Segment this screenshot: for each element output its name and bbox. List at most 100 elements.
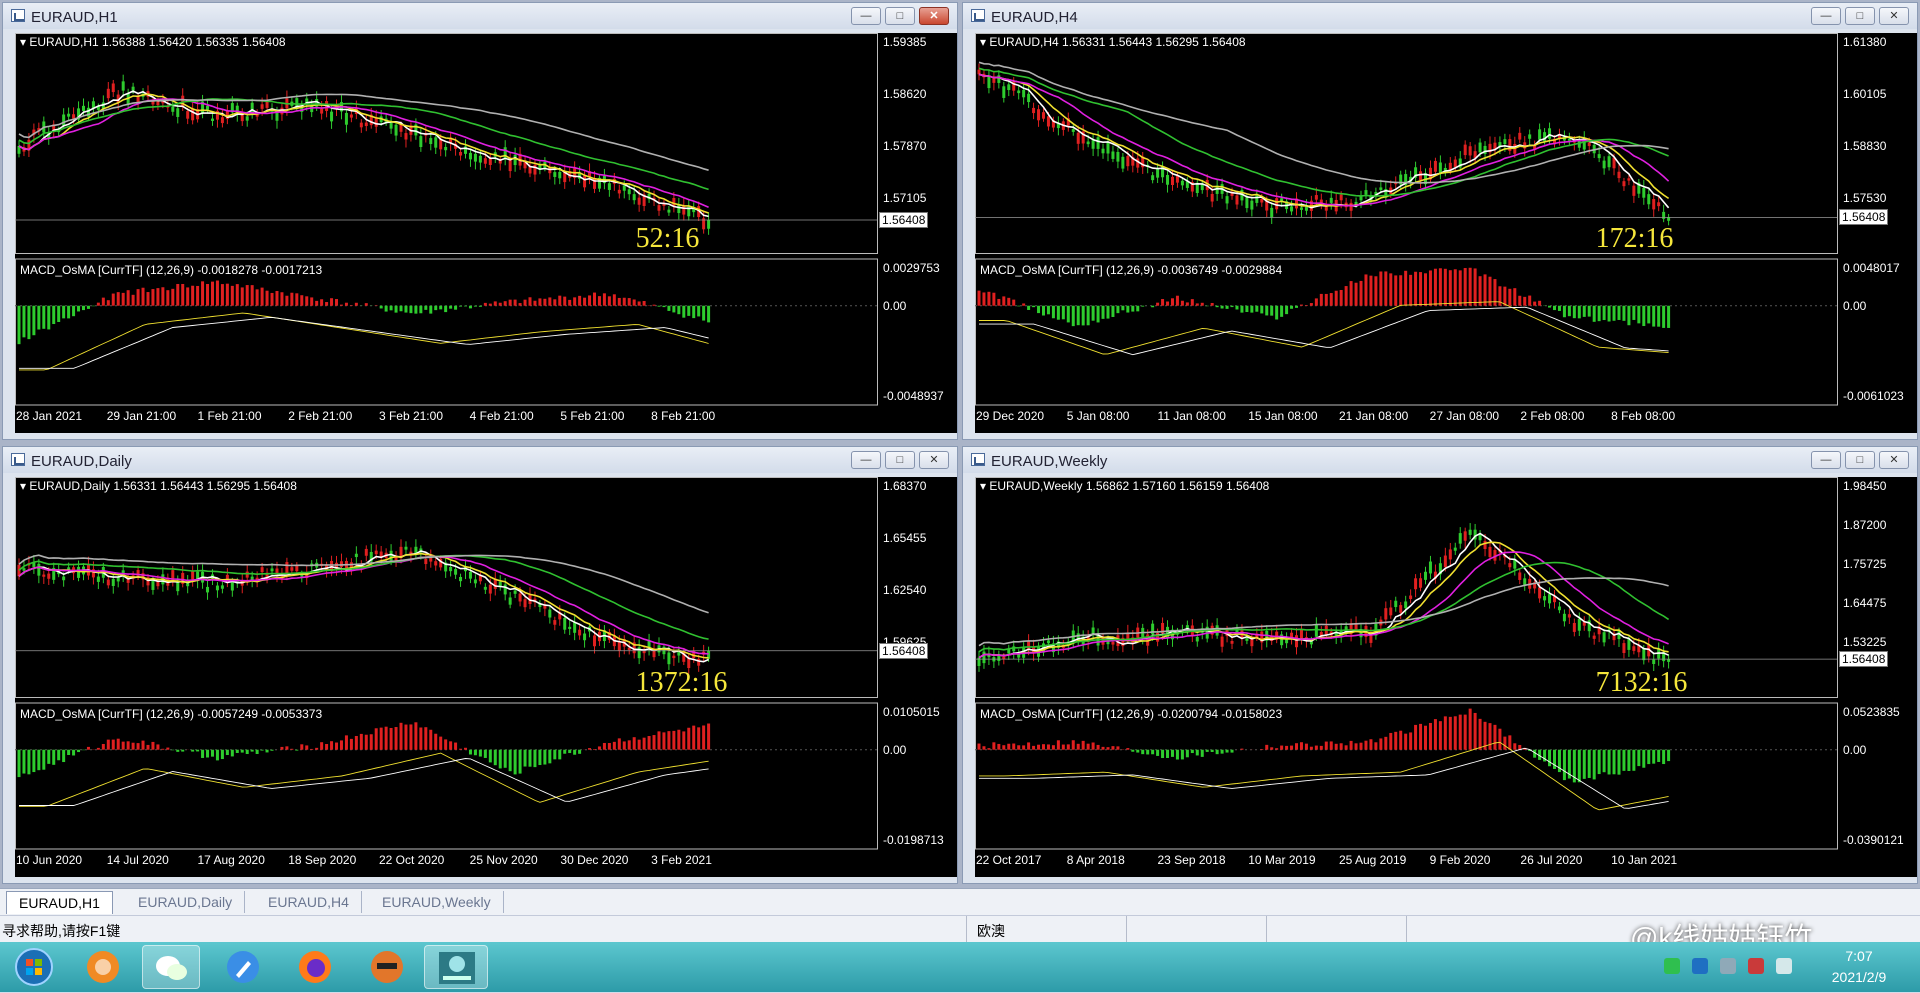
macd-histogram-bar <box>997 744 1000 750</box>
window-titlebar[interactable]: EURAUD,H4—□✕ <box>963 3 1917 29</box>
macd-histogram-bar <box>385 306 388 312</box>
maximize-button[interactable]: □ <box>1845 7 1875 25</box>
candle <box>290 567 293 571</box>
maximize-button[interactable]: □ <box>885 7 915 25</box>
window-titlebar[interactable]: EURAUD,H1—□✕ <box>3 3 957 29</box>
macd-histogram-bar <box>593 293 596 306</box>
minimize-button[interactable]: — <box>851 7 881 25</box>
moving-average-line <box>19 556 709 640</box>
close-button[interactable]: ✕ <box>919 451 949 469</box>
maximize-button[interactable]: □ <box>1845 451 1875 469</box>
price-tag: 1.56408 <box>879 212 928 228</box>
candle <box>558 172 561 178</box>
tray-signal-icon[interactable] <box>1776 958 1792 974</box>
candle <box>1558 606 1561 610</box>
macd-histogram-bar <box>424 727 427 750</box>
macd-histogram-bar <box>1399 731 1402 750</box>
close-button[interactable]: ✕ <box>1879 451 1909 469</box>
taskbar-app-ie[interactable] <box>74 945 132 989</box>
chart-area[interactable]: ▾ EURAUD,H1 1.56388 1.56420 1.56335 1.56… <box>15 33 957 433</box>
macd-histogram-bar <box>1350 281 1353 306</box>
chart-area[interactable]: ▾ EURAUD,Weekly 1.56862 1.57160 1.56159 … <box>975 477 1917 877</box>
clock-time[interactable]: 7:07 <box>1814 948 1904 964</box>
macd-histogram-bar <box>1032 746 1035 750</box>
close-button[interactable]: ✕ <box>919 7 949 25</box>
minimize-button[interactable]: — <box>851 451 881 469</box>
minimize-button[interactable]: — <box>1811 451 1841 469</box>
tray-wechat-icon[interactable] <box>1664 958 1680 974</box>
candle <box>1508 563 1511 567</box>
macd-histogram-bar <box>1037 745 1040 750</box>
macd-histogram-bar <box>1617 306 1620 320</box>
chart-area[interactable]: ▾ EURAUD,Daily 1.56331 1.56443 1.56295 1… <box>15 477 957 877</box>
close-button[interactable]: ✕ <box>1879 7 1909 25</box>
tray-network-icon[interactable] <box>1720 958 1736 974</box>
window-titlebar[interactable]: EURAUD,Daily—□✕ <box>3 447 957 473</box>
chart-tab-3[interactable]: EURAUD,H4 <box>256 891 362 913</box>
x-axis-tick: 3 Feb 2021 <box>651 853 712 867</box>
macd-signal-line <box>19 753 709 806</box>
window-titlebar[interactable]: EURAUD,Weekly—□✕ <box>963 447 1917 473</box>
candle <box>1245 197 1248 208</box>
minimize-button[interactable]: — <box>1811 7 1841 25</box>
candle <box>978 70 981 75</box>
chart-area[interactable]: ▾ EURAUD,H4 1.56331 1.56443 1.56295 1.56… <box>975 33 1917 433</box>
macd-histogram-bar <box>1216 306 1219 307</box>
macd-histogram-bar <box>1409 732 1412 749</box>
macd-histogram-bar <box>1360 743 1363 750</box>
macd-histogram-bar <box>1434 269 1437 306</box>
chart-tab-4[interactable]: EURAUD,Weekly <box>370 891 504 913</box>
macd-histogram-bar <box>1379 271 1382 305</box>
candle <box>568 627 571 629</box>
macd-histogram-bar <box>449 306 452 309</box>
candle <box>1226 196 1229 203</box>
macd-histogram-bar <box>702 725 705 749</box>
bar-countdown-timer: 1372:16 <box>636 667 728 699</box>
chart-window-4[interactable]: EURAUD,Weekly—□✕ ▾ EURAUD,Weekly 1.56862 … <box>962 446 1918 884</box>
macd-histogram-bar <box>171 750 174 751</box>
macd-histogram-bar <box>1360 281 1363 306</box>
candle <box>1042 112 1045 118</box>
macd-histogram-bar <box>414 306 417 314</box>
chart-tab-2[interactable]: EURAUD,Daily <box>126 891 245 913</box>
macd-histogram-bar <box>127 741 130 749</box>
taskbar-app-wechat[interactable] <box>142 945 200 989</box>
macd-histogram-bar <box>543 299 546 306</box>
trading-terminal-icon <box>425 946 489 990</box>
macd-histogram-bar <box>682 306 685 318</box>
candle <box>434 137 437 147</box>
taskbar-app-pen[interactable] <box>214 945 272 989</box>
tray-volume-muted-icon[interactable] <box>1748 958 1764 974</box>
macd-histogram-bar <box>77 750 80 752</box>
chart-window-icon <box>971 453 985 466</box>
candle <box>1548 594 1551 603</box>
macd-histogram-bar <box>1265 745 1268 750</box>
chart-tab-1[interactable]: EURAUD,H1 <box>6 891 113 914</box>
chart-window-1[interactable]: EURAUD,H1—□✕ ▾ EURAUD,H1 1.56388 1.56420 … <box>2 2 958 440</box>
chart-window-2[interactable]: EURAUD,H4—□✕ ▾ EURAUD,H4 1.56331 1.56443 … <box>962 2 1918 440</box>
macd-histogram-bar <box>1503 737 1506 750</box>
macd-histogram-bar <box>1652 750 1655 764</box>
clock-date[interactable]: 2021/2/9 <box>1814 969 1904 985</box>
chart-window-3[interactable]: EURAUD,Daily—□✕ ▾ EURAUD,Daily 1.56331 1.… <box>2 446 958 884</box>
macd-histogram-bar <box>236 750 239 753</box>
macd-histogram-bar <box>1111 746 1114 750</box>
taskbar-app-mascot[interactable] <box>358 945 416 989</box>
candle <box>484 158 487 164</box>
taskbar-app-firefox[interactable] <box>286 945 344 989</box>
start-button[interactable] <box>4 945 64 989</box>
macd-histogram-bar <box>1022 303 1025 305</box>
macd-y-axis-tick: -0.0061023 <box>1843 389 1904 403</box>
macd-histogram-bar <box>1528 296 1531 306</box>
maximize-button[interactable]: □ <box>885 451 915 469</box>
x-axis-tick: 3 Feb 21:00 <box>379 409 443 423</box>
macd-histogram-bar <box>499 303 502 306</box>
x-axis-tick: 1 Feb 21:00 <box>197 409 261 423</box>
candle <box>1617 172 1620 178</box>
y-axis-tick: 1.64475 <box>1843 596 1886 610</box>
tray-shield-icon[interactable] <box>1692 958 1708 974</box>
macd-histogram-bar <box>538 298 541 305</box>
taskbar-app-mt4[interactable] <box>424 945 488 989</box>
macd-histogram-bar <box>1017 306 1020 307</box>
macd-histogram-bar <box>1513 743 1516 749</box>
